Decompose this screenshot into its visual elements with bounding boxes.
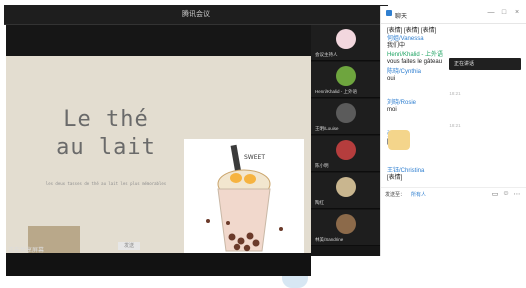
chat-message: [表情] [表情] [表情] <box>387 28 523 35</box>
participant-name: 陈小明 <box>315 163 329 168</box>
file-icon[interactable]: ▭ <box>491 190 499 198</box>
participant-avatar <box>336 66 356 86</box>
chat-sender: 陈晓/Cynthia <box>387 69 422 75</box>
chat-input[interactable] <box>381 202 526 242</box>
participant-avatar <box>336 29 356 49</box>
participant-tile[interactable]: 陈小明 <box>311 136 380 172</box>
close-button[interactable]: × <box>512 9 522 16</box>
speaking-indicator: 正在讲话 <box>449 58 521 70</box>
slide-canvas: Le thé au lait les deux tasses de thé au… <box>6 56 311 288</box>
participant-name: 林美/Sandrine <box>315 237 344 242</box>
chat-sender: 王钰/Christina <box>387 168 425 174</box>
more-icon[interactable]: ⋯ <box>513 190 521 198</box>
window-titlebar: 腾讯会议 <box>4 5 388 25</box>
chat-sender: 刘晓/Rosie <box>387 100 417 106</box>
chat-message: 刘晓/Rosie moi <box>387 100 523 114</box>
chat-message: 陈晓/Cynthia oui <box>387 69 523 83</box>
participant-name: Henri/Khalid - 上外语 <box>315 89 358 94</box>
participant-tile[interactable]: 陶红 <box>311 173 380 209</box>
slide-subtitle: les deux tasses de thé au lait les plus … <box>45 181 167 186</box>
chat-message: 何姐/Vanessa 我们中 <box>387 36 523 50</box>
participant-avatar <box>336 103 356 123</box>
participant-tile[interactable]: Henri/Khalid - 上外语 <box>311 62 380 98</box>
emoji-icon[interactable]: ☺ <box>502 190 510 198</box>
chat-timestamp: 18:21 <box>387 122 523 129</box>
send-button[interactable]: 发送 <box>118 242 140 250</box>
participant-name: 王明/Louise <box>315 126 339 131</box>
participant-name: 陶红 <box>315 200 324 205</box>
chat-message-text: [表情] <box>387 175 403 181</box>
meeting-window: 腾讯会议 Le thé au lait les deux tasses de t… <box>0 0 526 288</box>
participant-name: 会议主持人 <box>315 52 338 57</box>
illustration-text: SWEET <box>244 154 265 161</box>
chat-footer: 发送至： 所有人 ▭ ☺ ⋯ <box>381 187 526 201</box>
chat-emoji-image <box>388 130 410 150</box>
letterbox-top <box>6 25 311 56</box>
slide-title: Le thé au lait <box>36 106 176 162</box>
chat-sender: 何姐/Vanessa <box>387 36 424 42</box>
chat-message-text: 我们中 <box>387 43 406 49</box>
chat-time: 18:21 <box>449 123 461 128</box>
chat-timestamp: 18:21 <box>387 90 523 97</box>
participant-tile[interactable]: 会议主持人 <box>311 25 380 61</box>
send-to-select[interactable]: 所有人 <box>411 191 426 198</box>
window-title: 腾讯会议 <box>182 11 210 18</box>
participant-tile[interactable]: 王明/Louise <box>311 99 380 135</box>
participant-video-strip: 会议主持人 Henri/Khalid - 上外语 王明/Louise 陈小明 陶… <box>311 25 380 256</box>
slide-title-line-1: Le thé <box>63 107 149 132</box>
maximize-button[interactable]: □ <box>499 9 509 16</box>
participant-avatar <box>336 140 356 160</box>
bubble-tea-illustration: SWEET <box>184 139 304 262</box>
chat-messages: [表情] [表情] [表情] 何姐/Vanessa 我们中 Henri/Khal… <box>387 28 523 198</box>
share-indicator: 正在共享屏幕 <box>8 248 45 254</box>
participant-avatar <box>336 177 356 197</box>
slide-title-line-2: au lait <box>56 135 156 160</box>
chat-time: 18:21 <box>449 91 461 96</box>
chat-icon <box>386 10 392 16</box>
letterbox-bottom <box>6 253 311 276</box>
participant-tile[interactable]: 林美/Sandrine <box>311 210 380 246</box>
chat-message-text: [表情] [表情] [表情] <box>387 28 437 34</box>
chat-header: 聊天 — □ × <box>381 6 526 24</box>
participant-avatar <box>336 214 356 234</box>
minimize-button[interactable]: — <box>486 9 496 16</box>
chat-message-text: oui <box>387 76 396 82</box>
shared-screen[interactable]: Le thé au lait les deux tasses de thé au… <box>6 25 311 288</box>
chat-message: 王钰/Christina [表情] <box>387 168 523 182</box>
chat-title: 聊天 <box>395 14 408 20</box>
send-to-label: 发送至： <box>385 192 406 198</box>
chat-message-text: moi <box>387 107 397 113</box>
